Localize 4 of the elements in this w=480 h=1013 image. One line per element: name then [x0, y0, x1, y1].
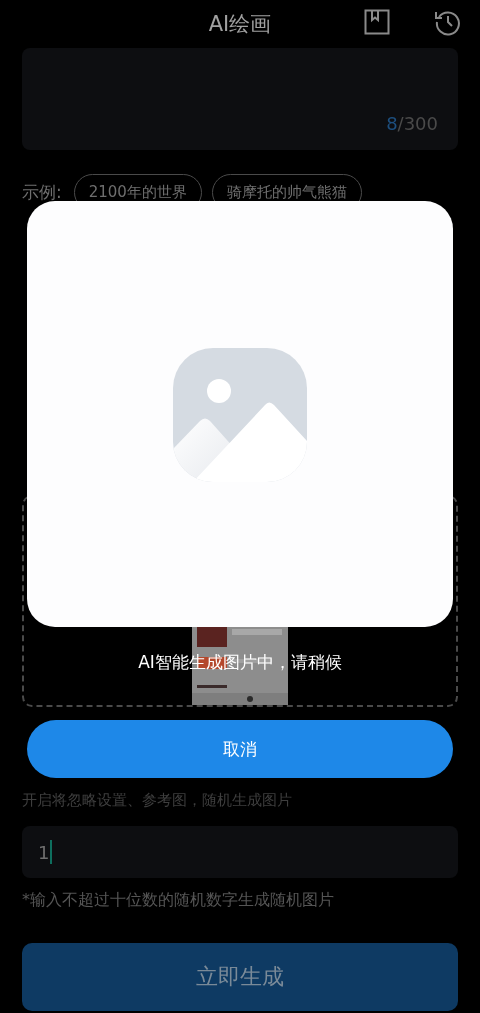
examples-label: 示例: [22, 180, 62, 204]
seed-hint: *输入不超过十位数的随机数字生成随机图片 [22, 890, 335, 911]
page-title: AI绘画 [208, 11, 272, 38]
character-counter: 8/300 [386, 113, 438, 134]
